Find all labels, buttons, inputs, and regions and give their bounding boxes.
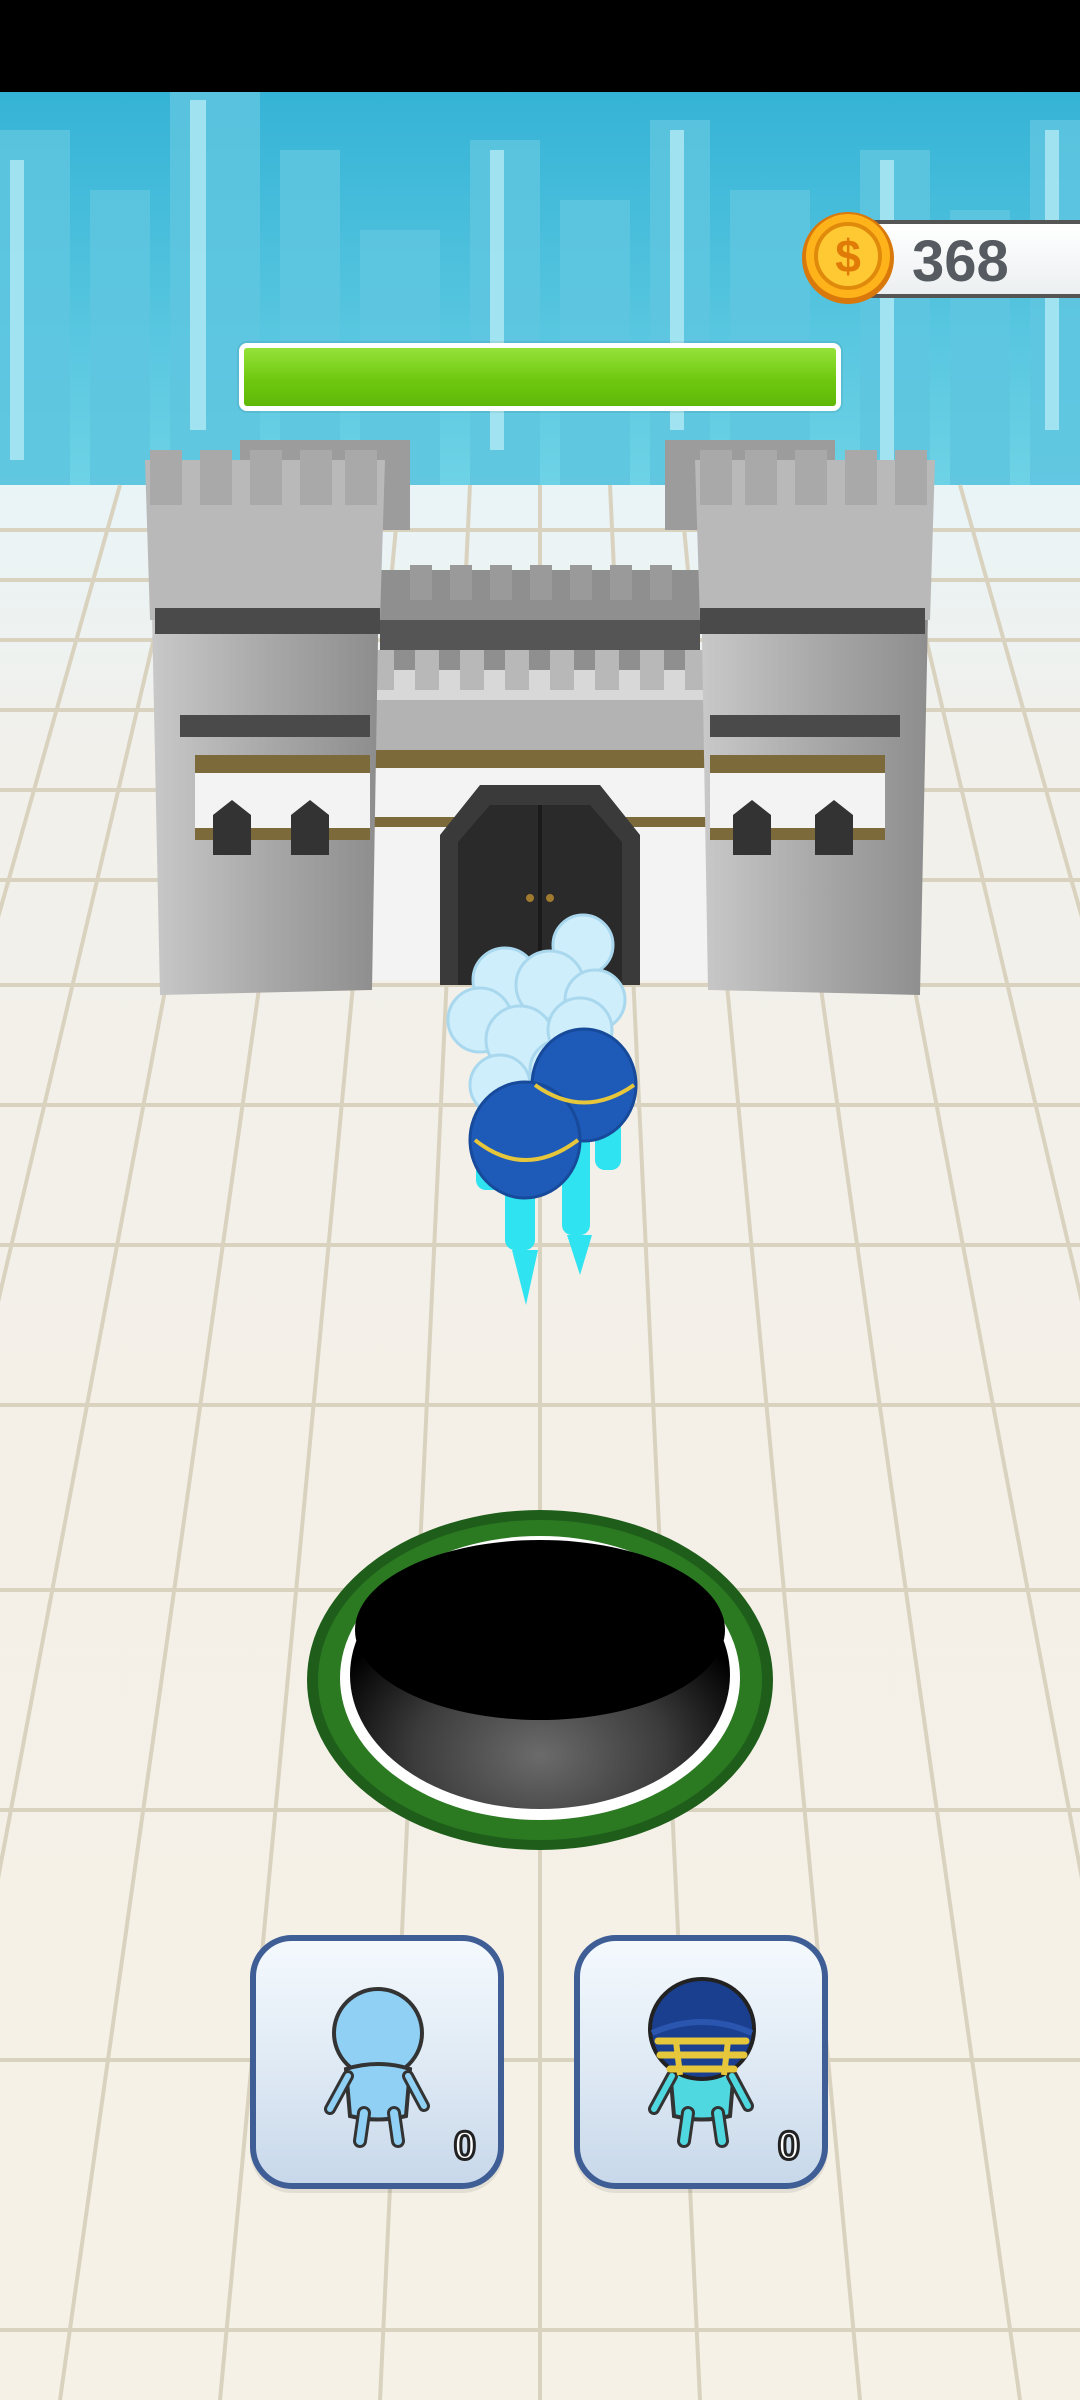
spawn-basic-stickman-button[interactable]: 0: [250, 1935, 504, 2189]
svg-text:$: $: [835, 230, 861, 282]
basic-stickman-count: 0: [452, 2123, 477, 2170]
castle-health-bar: [239, 343, 841, 411]
black-hole: [307, 1510, 773, 1850]
coin-counter: 368 $: [800, 210, 1080, 306]
spawn-helmet-stickman-button[interactable]: 0: [574, 1935, 828, 2189]
helmet-stickman-count: 0: [776, 2123, 801, 2170]
dollar-coin-icon: $: [802, 212, 894, 304]
coin-count: 368: [912, 229, 1009, 294]
game-scene[interactable]: [0, 92, 1080, 2400]
scene-graphics: [0, 92, 1080, 2400]
castle-health-fill: [244, 348, 836, 406]
status-bar: [0, 0, 1080, 92]
